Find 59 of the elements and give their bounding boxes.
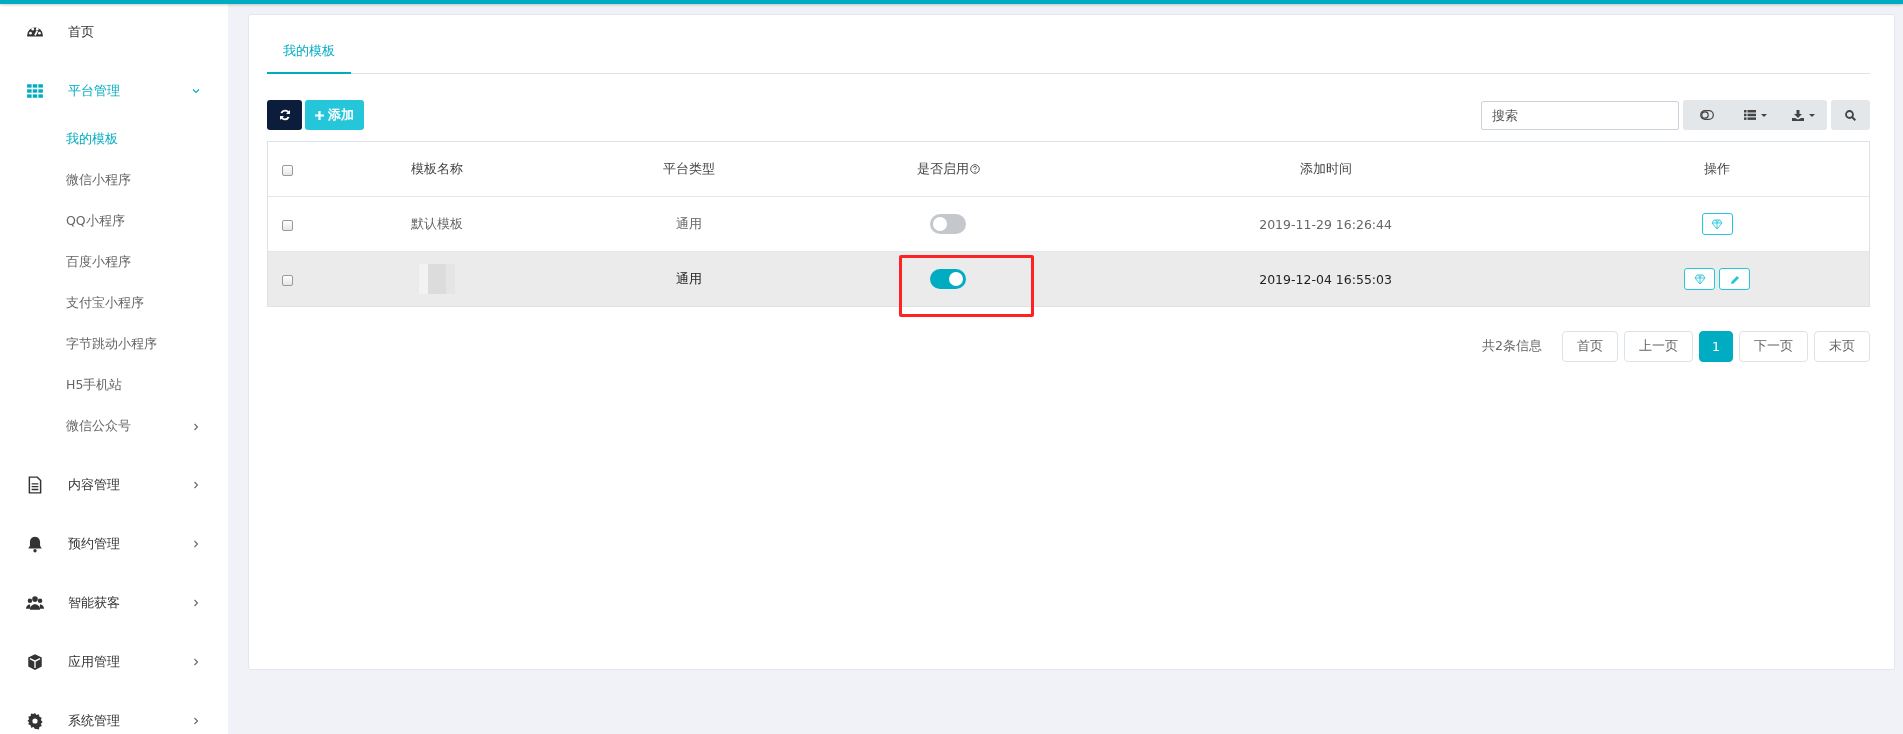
action-button[interactable] [1701, 213, 1733, 235]
refresh-button[interactable] [267, 100, 302, 130]
pencil-icon [1728, 273, 1741, 285]
submenu-item[interactable]: 字节跳动小程序 [0, 324, 228, 365]
refresh-icon [278, 109, 291, 121]
list-icon [1743, 110, 1756, 120]
submenu-item[interactable]: 微信小程序 [0, 160, 228, 201]
column-header: 模板名称 [410, 160, 463, 176]
help-icon [969, 163, 980, 174]
sidebar-item[interactable]: 智能获客 [0, 585, 228, 621]
cube-icon [26, 653, 44, 671]
table-cell: 2019-11-29 16:26:44 [1259, 216, 1392, 232]
search-icon [1845, 109, 1856, 121]
sidebar-item[interactable]: 内容管理 [0, 467, 228, 503]
users-icon [26, 594, 44, 612]
column-header: 添加时间 [1299, 160, 1352, 176]
grid-icon [26, 82, 44, 100]
sidebar-item[interactable]: 系统管理 [0, 703, 228, 734]
diamond-icon [1693, 273, 1706, 285]
sidebar-item[interactable]: 首页 [0, 14, 228, 50]
submenu-item[interactable]: 支付宝小程序 [0, 283, 228, 324]
pagination-summary: 共2条信息 [1482, 338, 1543, 355]
diamond-icon [1711, 218, 1724, 230]
page-button[interactable]: 下一页 [1739, 331, 1808, 362]
page-button[interactable]: 首页 [1562, 331, 1619, 362]
caret-icon [1760, 114, 1767, 117]
column-header: 平台类型 [663, 160, 716, 176]
toggle-icon [1700, 110, 1714, 120]
gear-icon [26, 712, 44, 730]
plus-icon [315, 110, 324, 120]
table-cell: 通用 [676, 215, 703, 231]
column-header: 操作 [1704, 160, 1731, 176]
document-icon [26, 476, 44, 494]
toggle-switch[interactable] [930, 214, 967, 234]
search-field[interactable]: 搜索 [1481, 100, 1679, 130]
checkbox[interactable] [281, 164, 293, 176]
sidebar-item[interactable]: 预约管理 [0, 526, 228, 562]
table-row[interactable]: 默认模板 通用 2019-11-29 16:26:44 [268, 196, 1869, 252]
table-cell: 2019-12-04 16:55:03 [1259, 271, 1392, 287]
table-cell: 通用 [676, 270, 703, 286]
page-button[interactable]: 上一页 [1624, 331, 1694, 362]
caret-icon [1808, 114, 1815, 117]
submenu-item[interactable]: 微信公众号 [0, 406, 228, 447]
column-header: 是否启用 [916, 160, 969, 176]
checkbox[interactable] [281, 274, 293, 286]
submenu-item[interactable]: H5手机站 [0, 365, 228, 406]
bell-icon [26, 535, 44, 553]
download-icon [1791, 109, 1804, 121]
edit-button[interactable] [1719, 268, 1751, 290]
sidebar-item[interactable]: 应用管理 [0, 644, 228, 680]
table-row[interactable]: 通用 2019-12-04 16:55:03 [268, 251, 1869, 306]
submenu-item[interactable]: 百度小程序 [0, 242, 228, 283]
submenu-item[interactable]: QQ小程序 [0, 201, 228, 242]
table-cell: 默认模板 [410, 215, 463, 231]
page-button[interactable]: 末页 [1814, 331, 1870, 362]
search-button[interactable] [1831, 100, 1870, 130]
checkbox[interactable] [281, 219, 293, 231]
action-button[interactable] [1684, 268, 1716, 290]
toggle-switch[interactable] [930, 269, 967, 289]
